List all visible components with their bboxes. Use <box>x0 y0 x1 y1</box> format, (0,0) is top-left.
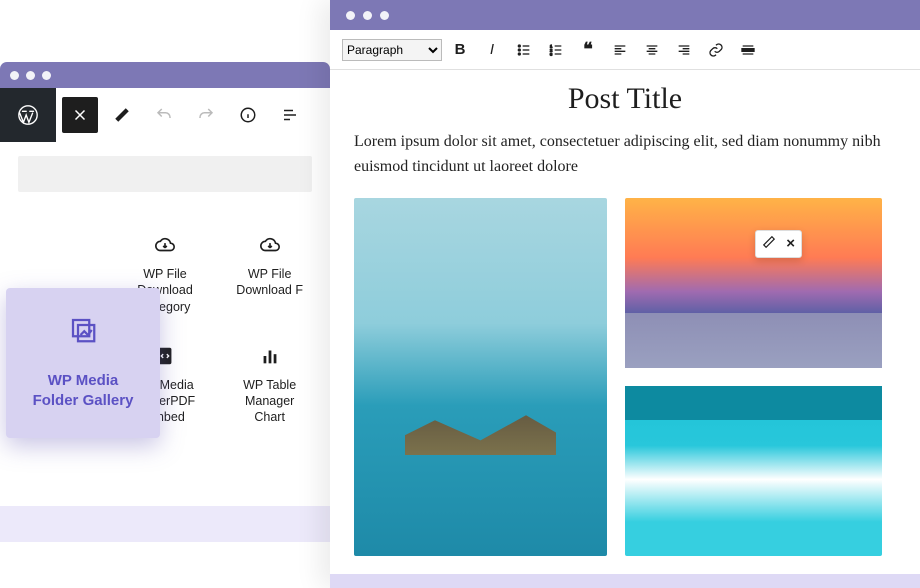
block-card[interactable]: WP File Download F <box>217 222 322 323</box>
block-search-input[interactable] <box>18 156 312 192</box>
more-formatting-button[interactable] <box>734 36 762 64</box>
editor-canvas[interactable]: Post Title Lorem ipsum dolor sit amet, c… <box>330 70 920 574</box>
gallery-icon <box>68 315 98 353</box>
window-dot-icon[interactable] <box>10 71 19 80</box>
close-inserter-button[interactable] <box>62 97 98 133</box>
post-body[interactable]: Lorem ipsum dolor sit amet, consectetuer… <box>354 130 896 180</box>
bullet-list-button[interactable] <box>510 36 538 64</box>
wordpress-logo-icon[interactable] <box>0 88 56 142</box>
gallery-image[interactable] <box>625 386 882 556</box>
edit-icon[interactable] <box>762 235 776 253</box>
redo-icon[interactable] <box>188 97 224 133</box>
block-edit-popover: × <box>755 230 802 258</box>
numbered-list-button[interactable]: 123 <box>542 36 570 64</box>
wordpress-block-inserter-window: WP Media Folder Gallery WP File Download… <box>0 62 330 542</box>
cloud-download-icon <box>154 230 176 260</box>
post-title[interactable]: Post Title <box>354 82 896 116</box>
undo-icon[interactable] <box>146 97 182 133</box>
window-titlebar <box>0 62 330 88</box>
cloud-download-icon <box>259 230 281 260</box>
editor-window: Paragraph B I 123 ❝ Post Title Lorem ips… <box>330 0 920 588</box>
gallery-image[interactable] <box>625 198 882 368</box>
outline-icon[interactable] <box>272 97 308 133</box>
block-card-label: WP Media Folder Gallery <box>33 371 134 412</box>
window-dot-icon[interactable] <box>380 11 389 20</box>
window-dot-icon[interactable] <box>42 71 51 80</box>
window-dot-icon[interactable] <box>346 11 355 20</box>
format-selector[interactable]: Paragraph <box>342 39 442 61</box>
svg-text:3: 3 <box>550 51 553 56</box>
editor-toolbar <box>0 88 330 142</box>
window-titlebar <box>330 0 920 30</box>
remove-icon[interactable]: × <box>786 235 795 253</box>
window-dot-icon[interactable] <box>26 71 35 80</box>
rich-text-toolbar: Paragraph B I 123 ❝ <box>330 30 920 70</box>
editor-footer <box>330 574 920 588</box>
block-card-label: WP Table Manager Chart <box>243 377 296 426</box>
block-card-featured[interactable]: WP Media Folder Gallery <box>6 288 160 438</box>
block-card[interactable]: WP Table Manager Chart <box>217 333 322 434</box>
bold-button[interactable]: B <box>446 36 474 64</box>
window-dot-icon[interactable] <box>363 11 372 20</box>
link-button[interactable] <box>702 36 730 64</box>
bar-chart-icon <box>259 341 281 371</box>
align-left-button[interactable] <box>606 36 634 64</box>
align-right-button[interactable] <box>670 36 698 64</box>
info-icon[interactable] <box>230 97 266 133</box>
block-card-label: WP File Download F <box>236 266 303 299</box>
gallery-image[interactable] <box>354 198 607 556</box>
edit-icon[interactable] <box>104 97 140 133</box>
italic-button[interactable]: I <box>478 36 506 64</box>
gallery-block[interactable] <box>354 198 896 556</box>
inserter-footer <box>0 506 330 542</box>
align-center-button[interactable] <box>638 36 666 64</box>
quote-button[interactable]: ❝ <box>574 36 602 64</box>
